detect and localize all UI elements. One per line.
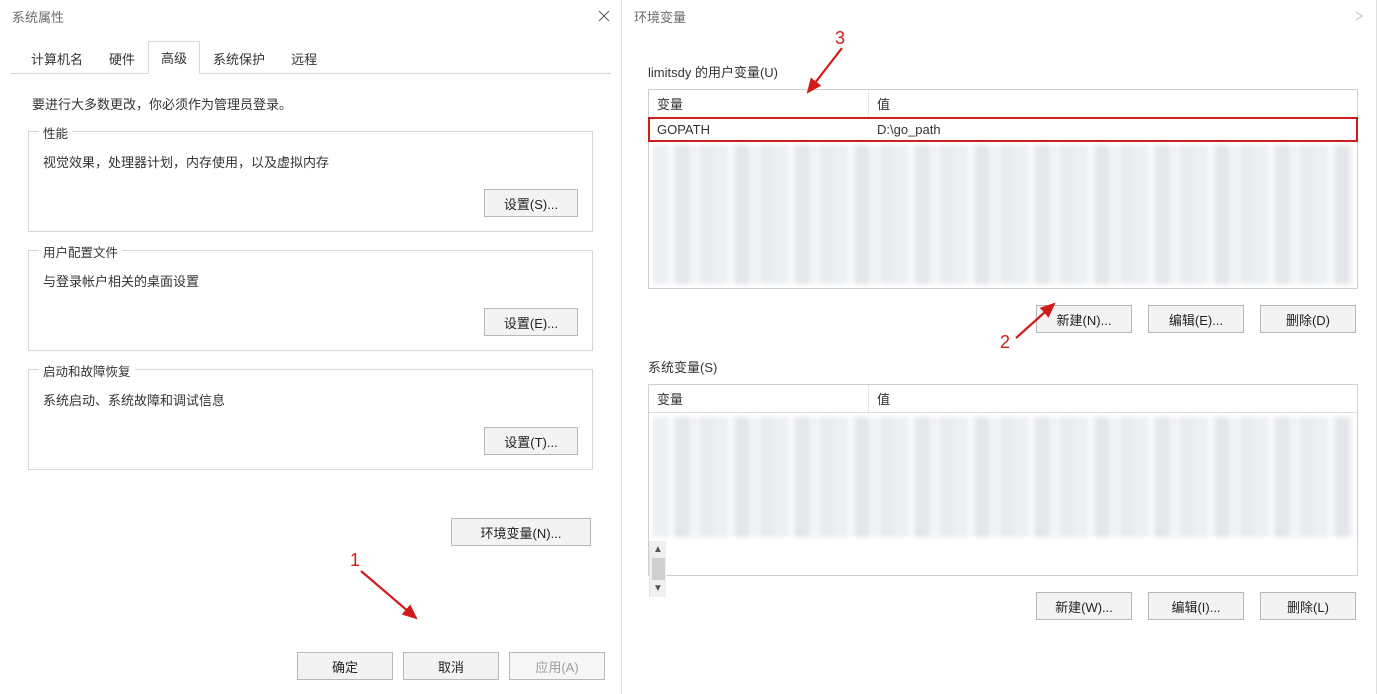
profiles-settings-label: 设置(E)... <box>504 316 558 331</box>
system-new-button[interactable]: 新建(W)... <box>1036 592 1132 620</box>
admin-note: 要进行大多数更改，你必须作为管理员登录。 <box>32 94 593 113</box>
environment-variables-dialog: 环境变量 limitsdy 的用户变量(U) 变量 值 GOPATH D:\go… <box>622 0 1377 694</box>
performance-settings-label: 设置(S)... <box>504 197 558 212</box>
group-startup-desc: 系统启动、系统故障和调试信息 <box>43 390 578 409</box>
tab-hardware[interactable]: 硬件 <box>96 42 148 74</box>
blurred-user-rows <box>653 145 1353 284</box>
user-edit-button[interactable]: 编辑(E)... <box>1148 305 1244 333</box>
tab-system-protection[interactable]: 系统保护 <box>200 42 278 74</box>
title-right: 环境变量 <box>634 7 686 26</box>
titlebar-left: 系统属性 <box>0 0 621 32</box>
system-properties-dialog: 系统属性 计算机名 硬件 高级 系统保护 远程 要进行大多数更改，你必须作为管理… <box>0 0 622 694</box>
titlebar-right: 环境变量 <box>622 0 1376 32</box>
system-edit-button[interactable]: 编辑(I)... <box>1148 592 1244 620</box>
col-var[interactable]: 变量 <box>649 90 869 117</box>
tab-remote[interactable]: 远程 <box>278 42 330 74</box>
annotation-1: 1 <box>350 550 360 571</box>
cancel-label: 取消 <box>438 660 464 675</box>
user-edit-label: 编辑(E)... <box>1169 313 1223 328</box>
system-delete-button[interactable]: 删除(L) <box>1260 592 1356 620</box>
group-startup: 启动和故障恢复 系统启动、系统故障和调试信息 设置(T)... <box>28 369 593 470</box>
user-delete-label: 删除(D) <box>1286 313 1330 328</box>
scroll-down-icon[interactable]: ▼ <box>652 582 665 595</box>
user-var-name: GOPATH <box>649 120 869 139</box>
environment-variables-button[interactable]: 环境变量(N)... <box>451 518 591 546</box>
blurred-system-rows <box>653 417 1353 537</box>
scroll-up-icon[interactable]: ▲ <box>652 543 665 556</box>
group-performance-desc: 视觉效果，处理器计划，内存使用，以及虚拟内存 <box>43 152 578 171</box>
environment-variables-label: 环境变量(N)... <box>481 526 562 541</box>
env-content: limitsdy 的用户变量(U) 变量 值 GOPATH D:\go_path… <box>622 32 1376 694</box>
profiles-settings-button[interactable]: 设置(E)... <box>484 308 578 336</box>
tabs: 计算机名 硬件 高级 系统保护 远程 <box>10 40 611 74</box>
system-delete-label: 删除(L) <box>1287 600 1329 615</box>
group-performance-title: 性能 <box>39 123 72 142</box>
apply-label: 应用(A) <box>535 660 578 675</box>
group-performance: 性能 视觉效果，处理器计划，内存使用，以及虚拟内存 设置(S)... <box>28 131 593 232</box>
apply-button: 应用(A) <box>509 652 605 680</box>
user-vars-header: 变量 值 <box>649 90 1357 118</box>
col-var[interactable]: 变量 <box>649 385 869 412</box>
user-vars-label: limitsdy 的用户变量(U) <box>648 62 1358 81</box>
startup-settings-label: 设置(T)... <box>504 435 557 450</box>
advanced-content: 要进行大多数更改，你必须作为管理员登录。 性能 视觉效果，处理器计划，内存使用，… <box>0 74 621 640</box>
system-vars-header: 变量 值 <box>649 385 1357 413</box>
col-val[interactable]: 值 <box>869 90 1357 117</box>
user-new-button[interactable]: 新建(N)... <box>1036 305 1132 333</box>
system-vars-buttons: 新建(W)... 编辑(I)... 删除(L) <box>648 576 1358 626</box>
scroll-thumb[interactable] <box>652 558 665 580</box>
arrow-icon <box>356 566 426 628</box>
group-profiles-desc: 与登录帐户相关的桌面设置 <box>43 271 578 290</box>
col-val[interactable]: 值 <box>869 385 1357 412</box>
system-vars-label: 系统变量(S) <box>648 357 1358 376</box>
user-vars-list[interactable]: 变量 值 GOPATH D:\go_path <box>648 89 1358 289</box>
user-var-value: D:\go_path <box>869 120 1357 139</box>
user-new-label: 新建(N)... <box>1057 313 1112 328</box>
tab-computer-name[interactable]: 计算机名 <box>18 42 96 74</box>
cancel-button[interactable]: 取消 <box>403 652 499 680</box>
title-left: 系统属性 <box>12 7 64 26</box>
system-edit-label: 编辑(I)... <box>1171 600 1220 615</box>
scrollbar[interactable]: ▲ ▼ <box>649 541 666 597</box>
performance-settings-button[interactable]: 设置(S)... <box>484 189 578 217</box>
startup-settings-button[interactable]: 设置(T)... <box>484 427 578 455</box>
group-startup-title: 启动和故障恢复 <box>39 361 135 380</box>
ok-button[interactable]: 确定 <box>297 652 393 680</box>
user-var-row-gopath[interactable]: GOPATH D:\go_path <box>649 118 1357 141</box>
close-icon[interactable] <box>1350 7 1368 25</box>
group-profiles-title: 用户配置文件 <box>39 242 122 261</box>
system-new-label: 新建(W)... <box>1055 600 1113 615</box>
annotation-3: 3 <box>835 28 845 49</box>
dialog-footer-left: 确定 取消 应用(A) <box>0 640 621 694</box>
ok-label: 确定 <box>332 660 358 675</box>
system-vars-list[interactable]: 变量 值 ▲ ▼ <box>648 384 1358 576</box>
close-icon[interactable] <box>595 7 613 25</box>
group-profiles: 用户配置文件 与登录帐户相关的桌面设置 设置(E)... <box>28 250 593 351</box>
user-delete-button[interactable]: 删除(D) <box>1260 305 1356 333</box>
tab-advanced[interactable]: 高级 <box>148 41 200 74</box>
user-vars-buttons: 新建(N)... 编辑(E)... 删除(D) <box>648 289 1358 339</box>
